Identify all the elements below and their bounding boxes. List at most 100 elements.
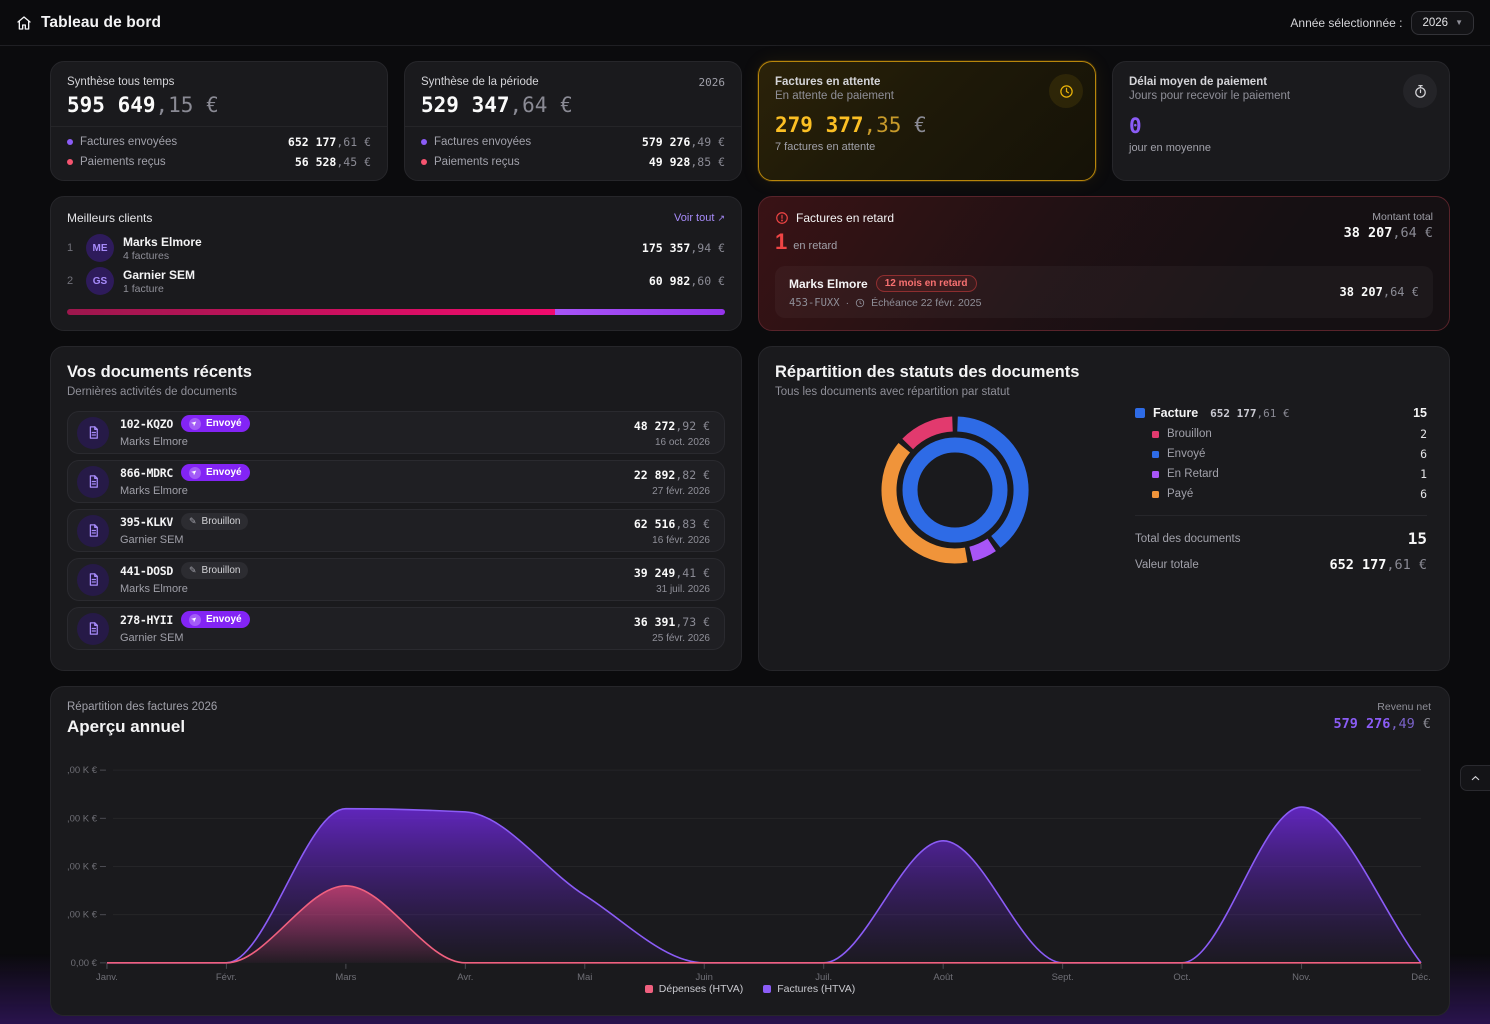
svg-text:Avr.: Avr. [457,972,473,983]
card-top-clients: Meilleurs clients Voir tout ↗ 1 ME Marks… [50,196,742,331]
delay-value: 0 [1129,114,1433,138]
svg-text:60,00 K €: 60,00 K € [67,765,98,776]
alert-circle-icon [775,211,789,225]
status-badge: Envoyé [181,464,250,481]
stat-row-payments-received: Paiements reçus 56 528,45 € [67,155,371,169]
send-icon [189,614,201,626]
svg-text:15,00 K €: 15,00 K € [67,910,98,921]
card-subtitle: Répartition des factures 2026 [67,701,1433,713]
card-title: Aperçu annuel [67,717,1433,737]
all-time-amount: 595 649,15 € [67,93,371,117]
rose-dot-icon [421,159,427,165]
document-icon [77,564,109,596]
card-annual-overview: Répartition des factures 2026 Aperçu ann… [50,686,1450,1016]
chart-legend: Dépenses (HTVA) Factures (HTVA) [67,983,1433,995]
scroll-to-top-button[interactable] [1460,765,1490,791]
legend-depenses: Dépenses (HTVA) [645,983,743,995]
svg-text:30,00 K €: 30,00 K € [67,861,98,872]
document-icon [77,417,109,449]
document-icon [77,466,109,498]
purple-dot-icon [421,139,427,145]
client-row[interactable]: 1 ME Marks Elmore 4 factures 175 357,94 … [67,234,725,262]
documents-list: 102-KQZOEnvoyé Marks Elmore 48 272,92 €1… [67,411,725,650]
clients-share-bar [67,309,725,315]
card-title: Synthèse de la période [421,76,725,88]
total-value-row: Valeur totale 652 177,61 € [1135,557,1427,573]
clients-bar-first [67,309,555,315]
svg-text:Oct.: Oct. [1173,972,1190,983]
svg-text:Mars: Mars [335,972,356,983]
card-subtitle: Tous les documents avec répartition par … [775,386,1433,398]
card-period-summary: Synthèse de la période 2026 529 347,64 €… [404,61,742,181]
stopwatch-icon [1403,74,1437,108]
annual-area-chart: 0,00 €15,00 K €30,00 K €45,00 K €60,00 K… [67,743,1433,983]
net-revenue-block: Revenu net 579 276,49 € [1333,701,1431,732]
blue-square-icon [1152,451,1159,458]
clock-icon [1049,74,1083,108]
legend-row-brouillon: Brouillon 2 [1138,427,1427,441]
page-title: Tableau de bord [41,14,161,32]
client-row[interactable]: 2 GS Garnier SEM 1 facture 60 982,60 € [67,267,725,295]
send-icon [189,418,201,430]
card-payment-delay: Délai moyen de paiement Jours pour recev… [1112,61,1450,181]
middle-row: Meilleurs clients Voir tout ↗ 1 ME Marks… [50,196,1450,331]
document-row[interactable]: 866-MDRCEnvoyé Marks Elmore 22 892,82 €2… [67,460,725,503]
document-icon [77,613,109,645]
orange-square-icon [1152,491,1159,498]
document-row[interactable]: 102-KQZOEnvoyé Marks Elmore 48 272,92 €1… [67,411,725,454]
purple-square-icon [763,985,771,993]
card-title: Factures en retard [796,211,894,225]
view-all-link[interactable]: Voir tout ↗ [674,212,725,224]
card-recent-documents: Vos documents récents Dernières activité… [50,346,742,671]
clock-small-icon [855,298,865,308]
svg-text:Juin: Juin [696,972,713,983]
period-amount: 529 347,64 € [421,93,725,117]
pending-amount: 279 377,35 € [775,113,1079,137]
dashboard-main: Synthèse tous temps 595 649,15 € Facture… [0,46,1490,1016]
legend-row-paye: Payé 6 [1138,487,1427,501]
avatar: GS [86,267,114,295]
status-badge: Brouillon [181,513,248,530]
legend-factures: Factures (HTVA) [763,983,855,995]
home-icon [16,15,32,31]
overdue-count: 1 [775,231,787,253]
arrow-up-right-icon: ↗ [717,213,725,223]
blue-square-icon [1135,408,1145,418]
document-row[interactable]: 278-HYIIEnvoyé Garnier SEM 36 391,73 €25… [67,607,725,650]
rose-square-icon [645,985,653,993]
delay-caption: jour en moyenne [1129,142,1433,154]
document-row[interactable]: 395-KLKVBrouillon Garnier SEM 62 516,83 … [67,509,725,552]
card-title: Synthèse tous temps [67,76,371,88]
svg-text:Sept.: Sept. [1052,972,1074,983]
period-year-badge: 2026 [699,76,726,89]
svg-text:Janv.: Janv. [96,972,118,983]
avatar: ME [86,234,114,262]
document-row[interactable]: 441-DOSDBrouillon Marks Elmore 39 249,41… [67,558,725,601]
svg-text:Juil.: Juil. [815,972,832,983]
card-title: Factures en attente [775,76,1079,88]
card-title: Délai moyen de paiement [1129,76,1433,88]
card-title: Vos documents récents [67,363,725,382]
card-status-distribution: Répartition des statuts des documents To… [758,346,1450,671]
draft-icon [189,516,197,527]
purple-dot-icon [67,139,73,145]
status-donut-chart [876,411,1034,569]
overdue-badge: 12 mois en retard [876,275,977,292]
status-badge: Envoyé [181,415,250,432]
lower-row: Vos documents récents Dernières activité… [50,346,1450,671]
document-icon [77,515,109,547]
total-documents-row: Total des documents 15 [1135,529,1427,548]
status-legend: Facture 652 177,61 € 15 Brouillon 2 Envo… [1135,406,1433,573]
svg-text:45,00 K €: 45,00 K € [67,813,98,824]
due-date: Échéance 22 févr. 2025 [871,297,981,309]
year-select[interactable]: 2026 ▼ [1411,11,1474,35]
overdue-invoice-row[interactable]: Marks Elmore 12 mois en retard 453-FUXX … [775,266,1433,318]
card-pending-invoices: Factures en attente En attente de paieme… [758,61,1096,181]
svg-text:Déc.: Déc. [1411,972,1430,983]
card-subtitle: En attente de paiement [775,90,1079,102]
overdue-total-amount: 38 207,64 € [1344,225,1433,241]
draft-icon [189,565,197,576]
card-title: Répartition des statuts des documents [775,363,1433,382]
stat-row-invoices-sent: Factures envoyées 579 276,49 € [421,135,725,149]
legend-facture-row: Facture 652 177,61 € 15 [1135,406,1427,420]
